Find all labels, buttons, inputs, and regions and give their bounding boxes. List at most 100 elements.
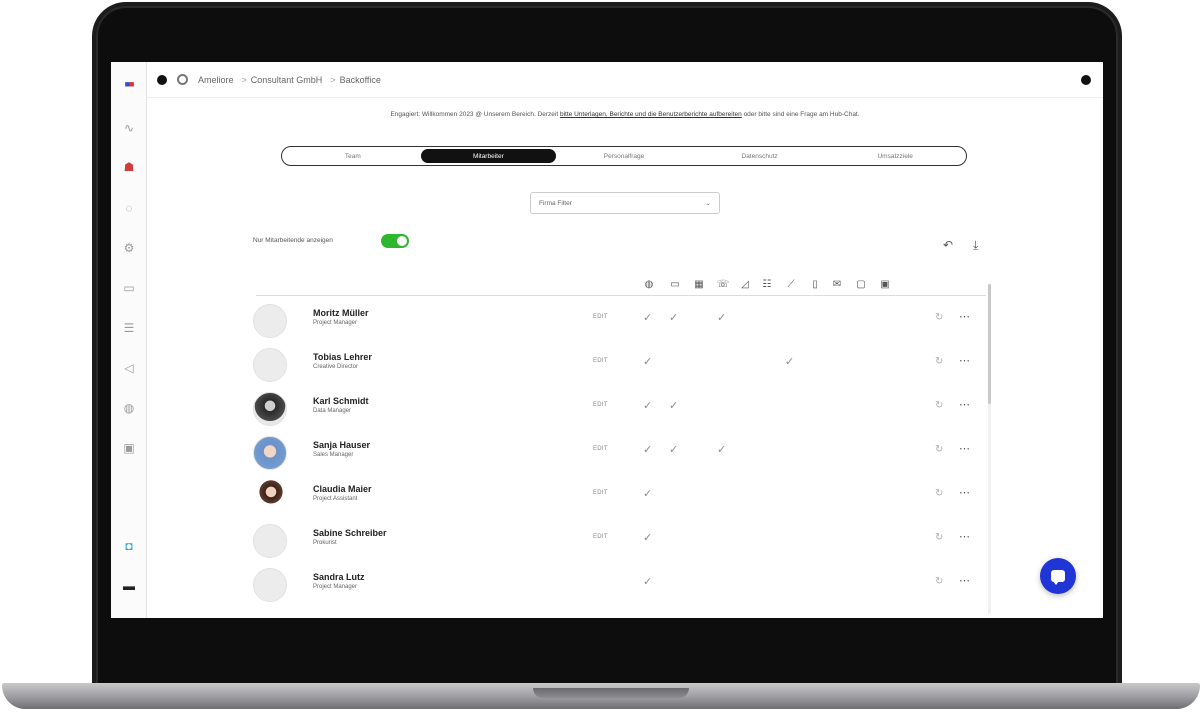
chat-bubble-icon <box>1051 570 1065 585</box>
check-icon[interactable]: ✓ <box>669 399 678 412</box>
more-menu-icon[interactable]: ⋯ <box>959 530 971 543</box>
tab-mitarbeiter[interactable]: Mitarbeiter <box>420 149 557 163</box>
list-icon: ☷ <box>762 278 772 290</box>
table-row[interactable]: Tobias Lehrer Creative Director EDIT ✓ ✓ ↻ ⋯ <box>251 344 991 388</box>
employee-name[interactable]: Sanja Hauser <box>313 440 370 450</box>
history-icon[interactable]: ↻ <box>935 488 943 499</box>
employee-toggle[interactable] <box>381 234 409 248</box>
undo-icon[interactable]: ↶ <box>943 238 953 252</box>
settings-icon[interactable]: ⚙ <box>119 238 139 258</box>
document-icon: ▯ <box>812 278 818 290</box>
history-icon[interactable]: ↻ <box>935 576 943 587</box>
table-row[interactable]: Karl Schmidt Data Manager EDIT ✓ ✓ ↻ ⋯ <box>251 388 991 432</box>
dropdown-value: Firma Filter <box>539 199 572 207</box>
avatar <box>253 436 287 470</box>
edit-button[interactable]: EDIT <box>593 358 608 364</box>
edit-button[interactable]: EDIT <box>593 534 608 540</box>
check-icon[interactable]: ✓ <box>717 311 726 324</box>
gift-rail-icon[interactable]: ▣ <box>119 438 139 458</box>
chat-button[interactable] <box>1040 558 1076 594</box>
table-row[interactable]: Sabine Schreiber Prokurist EDIT ✓ ↻ ⋯ <box>251 520 991 564</box>
logout-icon[interactable]: ▬ <box>119 576 139 596</box>
more-menu-icon[interactable]: ⋯ <box>959 486 971 499</box>
filter-dropdown[interactable]: Firma Filter ⌄ <box>530 192 720 214</box>
tab-personalfrage[interactable]: Personalfrage <box>556 149 692 163</box>
list-icon[interactable]: ☰ <box>119 318 139 338</box>
edit-button[interactable]: EDIT <box>593 446 608 452</box>
check-icon[interactable]: ✓ <box>643 575 652 588</box>
table-row[interactable]: Moritz Müller Project Manager EDIT ✓ ✓ ✓ ↻ ⋯ <box>251 300 991 344</box>
info-link[interactable]: bitte Unterlagen, Berichte und die Benut… <box>560 111 742 118</box>
avatar <box>253 348 287 382</box>
employee-name[interactable]: Claudia Maier <box>313 484 372 494</box>
more-menu-icon[interactable]: ⋯ <box>959 442 971 455</box>
chevron-down-icon: ⌄ <box>705 200 711 207</box>
check-icon[interactable]: ✓ <box>785 355 794 368</box>
globe-rail-icon[interactable]: ◍ <box>119 398 139 418</box>
breadcrumb-1[interactable]: Consultant GmbH <box>251 75 323 85</box>
more-menu-icon[interactable]: ⋯ <box>959 354 971 367</box>
history-icon[interactable]: ↻ <box>935 532 943 543</box>
employee-role: Project Manager <box>313 584 358 590</box>
avatar <box>253 568 287 602</box>
history-icon[interactable]: ↻ <box>935 400 943 411</box>
breadcrumb-0[interactable]: Ameliore <box>198 75 234 85</box>
tab-datenschutz[interactable]: Datenschutz <box>692 149 828 163</box>
check-icon[interactable]: ✓ <box>643 487 652 500</box>
employee-name[interactable]: Karl Schmidt <box>313 396 369 406</box>
employee-role: Project Manager <box>313 320 358 326</box>
check-icon[interactable]: ✓ <box>669 311 678 324</box>
table-header-divider <box>256 295 986 296</box>
tab-umsatzziele[interactable]: Umsatzziele <box>827 149 963 163</box>
calendar-icon: ▦ <box>694 278 704 290</box>
employee-name[interactable]: Moritz Müller <box>313 308 369 318</box>
scrollbar-thumb[interactable] <box>988 284 991 404</box>
brand-logo-icon[interactable]: ■ ■ <box>119 74 139 94</box>
info-suffix: oder bitte sind eine Frage am Hub-Chat. <box>743 111 860 118</box>
avatar <box>253 304 287 338</box>
gear-icon[interactable] <box>177 74 188 85</box>
chat-rail-icon[interactable]: ◌ <box>119 198 139 218</box>
check-icon[interactable]: ✓ <box>643 311 652 324</box>
employee-name[interactable]: Tobias Lehrer <box>313 352 372 362</box>
check-icon[interactable]: ✓ <box>643 399 652 412</box>
check-icon[interactable]: ✓ <box>643 531 652 544</box>
download-icon[interactable]: ⤓ <box>973 238 978 253</box>
chart-icon: ◿ <box>741 278 749 290</box>
more-menu-icon[interactable]: ⋯ <box>959 574 971 587</box>
home-icon[interactable] <box>157 74 167 85</box>
edit-button[interactable]: EDIT <box>593 490 608 496</box>
megaphone-icon[interactable]: ◁ <box>119 358 139 378</box>
avatar <box>253 524 287 558</box>
check-icon[interactable]: ✓ <box>643 355 652 368</box>
link-icon: ⟋ <box>787 278 795 290</box>
users-icon[interactable]: ☗ <box>119 157 139 177</box>
activity-icon[interactable]: ∿ <box>119 118 139 138</box>
box-icon: ▢ <box>856 278 866 290</box>
employee-role: Sales Manager <box>313 452 354 458</box>
employee-name[interactable]: Sandra Lutz <box>313 572 365 582</box>
phone-icon: ☏ <box>716 278 730 290</box>
check-icon[interactable]: ✓ <box>717 443 726 456</box>
check-icon[interactable]: ✓ <box>643 443 652 456</box>
more-menu-icon[interactable]: ⋯ <box>959 310 971 323</box>
tab-team[interactable]: Team <box>285 149 421 163</box>
table-row[interactable]: Sandra Lutz Project Manager ✓ ↻ ⋯ <box>251 564 991 608</box>
app-screen: ■ ■ ∿ ☗ ◌ ⚙ ▭ ☰ ◁ ◍ ▣ ◘ ▬ Ameliore > Cons… <box>111 62 1103 618</box>
screen-icon: ▭ <box>670 278 680 290</box>
monitor-icon[interactable]: ▭ <box>119 278 139 298</box>
table-row[interactable]: Claudia Maier Project Assistant EDIT ✓ ↻ ⋯ <box>251 476 991 520</box>
history-icon[interactable]: ↻ <box>935 356 943 367</box>
history-icon[interactable]: ↻ <box>935 444 943 455</box>
table-row[interactable]: Sanja Hauser Sales Manager EDIT ✓ ✓ ✓ ↻ ⋯ <box>251 432 991 476</box>
edit-button[interactable]: EDIT <box>593 314 608 320</box>
edit-button[interactable]: EDIT <box>593 402 608 408</box>
breadcrumb-2: Backoffice <box>339 74 381 85</box>
history-icon[interactable]: ↻ <box>935 312 943 323</box>
more-menu-icon[interactable]: ⋯ <box>959 398 971 411</box>
check-icon[interactable]: ✓ <box>669 443 678 456</box>
employee-role: Data Manager <box>313 408 352 414</box>
help-icon[interactable]: ◘ <box>119 536 139 556</box>
user-avatar[interactable] <box>1081 75 1091 85</box>
employee-name[interactable]: Sabine Schreiber <box>313 528 387 538</box>
